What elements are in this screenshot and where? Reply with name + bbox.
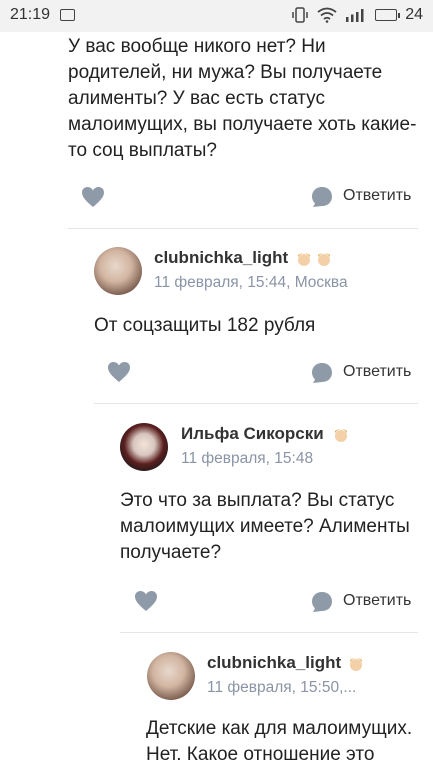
user-badge-icon bbox=[335, 429, 347, 442]
comment-text: От соцзащиты 182 рубля bbox=[94, 315, 316, 336]
battery-level: 24 bbox=[405, 6, 423, 23]
reply-button[interactable]: Ответить bbox=[343, 363, 411, 381]
status-icons: 24 bbox=[291, 6, 423, 24]
user-badge-icon bbox=[350, 658, 362, 671]
comment-meta: 11 февраля, 15:44, Москва bbox=[154, 274, 348, 291]
comment-text: Детские как для малоимущих. Нет. Какое о… bbox=[146, 718, 413, 765]
comment-meta: 11 февраля, 15:50,... bbox=[207, 679, 357, 696]
status-time: 21:19 bbox=[10, 6, 51, 23]
user-badge-icon bbox=[298, 253, 310, 266]
like-heart-icon[interactable] bbox=[107, 361, 131, 383]
signal-icon bbox=[346, 9, 364, 22]
vibrate-icon bbox=[292, 7, 308, 23]
author-name[interactable]: clubnichka_light bbox=[154, 248, 288, 268]
reply-button[interactable]: Ответить bbox=[343, 592, 411, 610]
avatar[interactable] bbox=[147, 652, 195, 700]
battery-icon bbox=[375, 9, 401, 21]
divider bbox=[94, 403, 418, 404]
comment-meta: 11 февраля, 15:48 bbox=[181, 450, 314, 467]
author-name[interactable]: clubnichka_light bbox=[207, 653, 341, 673]
gallery-notification-icon bbox=[60, 9, 75, 21]
comment-text: Это что за выплата? Вы статус малоимущих… bbox=[120, 490, 410, 563]
divider bbox=[120, 632, 418, 633]
avatar[interactable] bbox=[94, 247, 142, 295]
reply-bubble-icon[interactable] bbox=[310, 185, 334, 209]
status-bar: 21:19 24 bbox=[0, 0, 433, 32]
like-heart-icon[interactable] bbox=[81, 186, 105, 208]
comment-text: У вас вообще никого нет? Ни родителей, н… bbox=[68, 36, 417, 161]
reply-button[interactable]: Ответить bbox=[343, 187, 411, 205]
wifi-icon bbox=[317, 7, 337, 23]
author-name[interactable]: Ильфа Сикорски bbox=[181, 424, 324, 444]
avatar[interactable] bbox=[120, 423, 168, 471]
user-badge-icon bbox=[318, 253, 330, 266]
reply-bubble-icon[interactable] bbox=[310, 361, 334, 385]
reply-bubble-icon[interactable] bbox=[310, 590, 334, 614]
like-heart-icon[interactable] bbox=[134, 590, 158, 612]
divider bbox=[68, 228, 418, 229]
